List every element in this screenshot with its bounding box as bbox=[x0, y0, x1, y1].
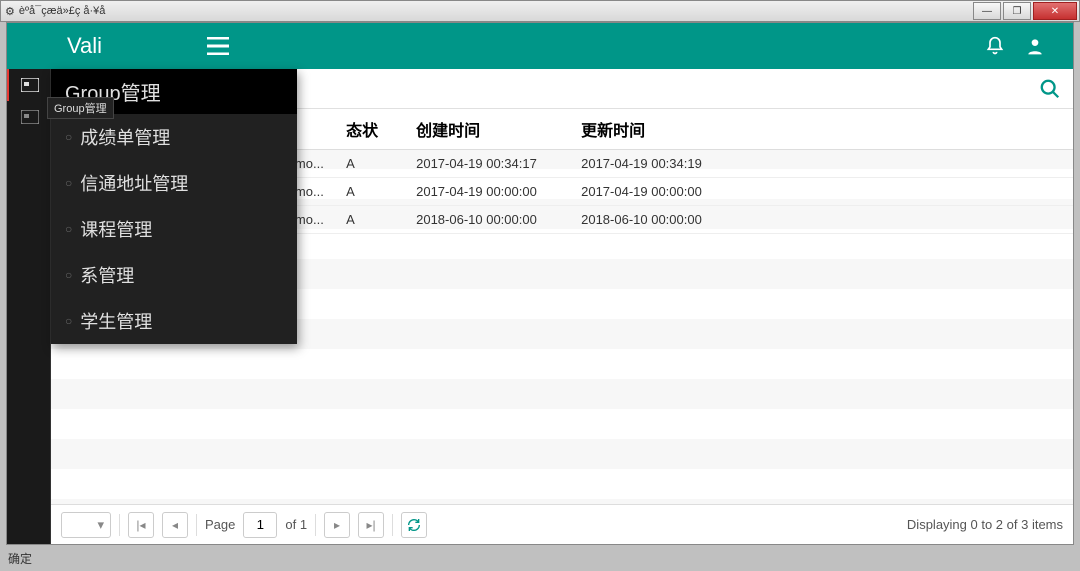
os-titlebar: ⚙ èºå¯çæä»£ç å·¥å — ❐ ✕ bbox=[0, 0, 1080, 22]
cell-updated: 2017-04-19 00:34:19 bbox=[571, 150, 736, 178]
refresh-icon bbox=[406, 517, 422, 533]
window-title: èºå¯çæä»£ç å·¥å bbox=[19, 5, 106, 17]
cell-created: 2018-06-10 00:00:00 bbox=[406, 206, 571, 234]
flyout-item-label: 系管理 bbox=[80, 262, 134, 288]
flyout-item-label: 信通地址管理 bbox=[80, 170, 188, 196]
user-menu-button[interactable] bbox=[1025, 36, 1065, 56]
first-page-button[interactable]: |◂ bbox=[128, 512, 154, 538]
brand-title: Vali bbox=[7, 33, 207, 59]
flyout-item-dept[interactable]: 系管理 bbox=[51, 252, 297, 298]
rail-tooltip: Group管理 bbox=[47, 97, 114, 119]
flyout-item-course[interactable]: 课程管理 bbox=[51, 206, 297, 252]
next-page-button[interactable]: ▸ bbox=[324, 512, 350, 538]
flyout-item-student[interactable]: 学生管理 bbox=[51, 298, 297, 344]
browser-statusbar: 确定 bbox=[8, 550, 32, 567]
page-label: Page bbox=[205, 517, 235, 532]
search-button[interactable] bbox=[1039, 78, 1061, 100]
maximize-button[interactable]: ❐ bbox=[1003, 2, 1031, 20]
flyout-item-transcript[interactable]: 成绩单管理 bbox=[51, 114, 297, 160]
cell-created: 2017-04-19 00:00:00 bbox=[406, 178, 571, 206]
search-icon bbox=[1039, 78, 1061, 100]
user-icon bbox=[1025, 36, 1045, 56]
flyout-item-label: 成绩单管理 bbox=[80, 124, 170, 150]
pager-summary: Displaying 0 to 2 of 3 items bbox=[907, 517, 1063, 532]
page-input[interactable] bbox=[243, 512, 277, 538]
cell-created: 2017-04-19 00:34:17 bbox=[406, 150, 571, 178]
flyout-item-label: 学生管理 bbox=[80, 308, 152, 334]
bell-icon bbox=[985, 36, 1005, 56]
minimize-button[interactable]: — bbox=[973, 2, 1001, 20]
notifications-button[interactable] bbox=[985, 36, 1025, 56]
page-size-select[interactable]: ▾ bbox=[61, 512, 111, 538]
rail-item-group[interactable] bbox=[7, 69, 50, 101]
cell-updated: 2018-06-10 00:00:00 bbox=[571, 206, 736, 234]
app-frame: Vali Group管理 Group管理 成绩单管理 信通地址管理 课程管理 系… bbox=[6, 22, 1074, 545]
side-rail bbox=[7, 69, 51, 544]
refresh-button[interactable] bbox=[401, 512, 427, 538]
page-of-label: of 1 bbox=[285, 517, 307, 532]
col-created[interactable]: 创建时间 bbox=[406, 109, 571, 150]
flyout-item-label: 课程管理 bbox=[80, 216, 152, 242]
topbar: Vali bbox=[7, 23, 1073, 69]
gear-icon: ⚙ bbox=[5, 5, 15, 18]
prev-page-button[interactable]: ◂ bbox=[162, 512, 188, 538]
card-icon bbox=[21, 78, 39, 92]
hamburger-icon bbox=[207, 37, 229, 55]
col-updated[interactable]: 更新时间 bbox=[571, 109, 736, 150]
rail-item-other[interactable] bbox=[7, 101, 50, 133]
flyout-item-address[interactable]: 信通地址管理 bbox=[51, 160, 297, 206]
cell-status: A bbox=[336, 150, 406, 178]
col-status[interactable]: 态状 bbox=[336, 109, 406, 150]
cell-status: A bbox=[336, 206, 406, 234]
last-page-button[interactable]: ▸| bbox=[358, 512, 384, 538]
menu-toggle-button[interactable] bbox=[207, 37, 247, 55]
cell-updated: 2017-04-19 00:00:00 bbox=[571, 178, 736, 206]
pagination-bar: ▾ |◂ ◂ Page of 1 ▸ ▸| Displaying 0 to 2 … bbox=[51, 504, 1073, 544]
card-icon bbox=[21, 110, 39, 124]
close-button[interactable]: ✕ bbox=[1033, 2, 1077, 20]
cell-status: A bbox=[336, 178, 406, 206]
